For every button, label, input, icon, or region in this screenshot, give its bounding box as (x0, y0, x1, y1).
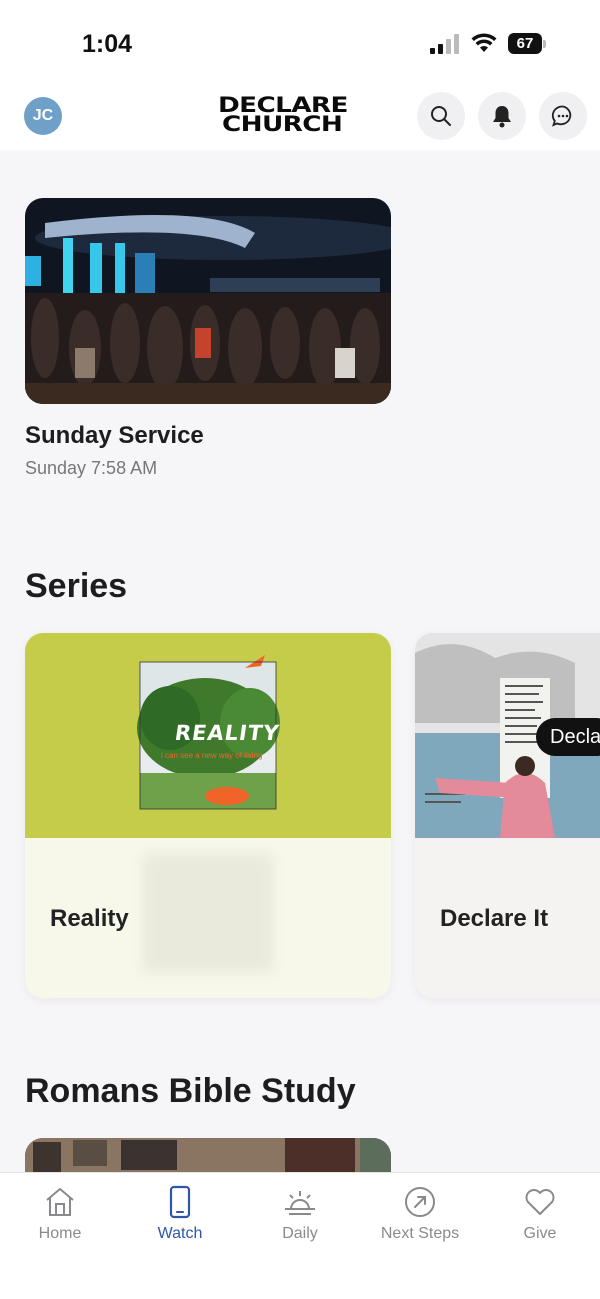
cellular-signal-icon (430, 34, 459, 54)
battery-indicator: 67 (508, 33, 542, 54)
notifications-button[interactable] (478, 92, 526, 140)
series-card-declare-it[interactable]: Decla Declare It (415, 633, 600, 998)
tab-watch[interactable]: Watch (120, 1185, 240, 1243)
tab-watch-label: Watch (157, 1225, 203, 1242)
series-card-reality[interactable]: REALITY i can see a new way of living Re… (25, 633, 391, 998)
sunday-service-thumbnail[interactable] (25, 198, 391, 404)
sunrise-icon (285, 1191, 315, 1215)
tab-daily[interactable]: Daily (240, 1185, 360, 1243)
worship-service-image (25, 198, 391, 404)
service-title[interactable]: Sunday Service (25, 422, 204, 450)
series-label-declare-it: Declare It (440, 905, 549, 932)
tab-next-steps[interactable]: Next Steps (360, 1185, 480, 1243)
search-icon (431, 106, 451, 126)
wifi-icon (471, 33, 497, 52)
reality-art-subtitle: i can see a new way of living (161, 751, 263, 760)
tab-give-label: Give (523, 1225, 557, 1242)
battery-cap (543, 40, 546, 48)
card-blur-backdrop (143, 853, 273, 973)
status-bar: 1:04 67 (0, 0, 600, 80)
phone-icon (169, 1185, 191, 1219)
declare-overlay-tag: Decla (536, 718, 600, 756)
chat-icon (551, 105, 572, 127)
church-logo: DECLARE CHURCH (214, 95, 386, 136)
romans-bible-study-heading: Romans Bible Study (25, 1072, 356, 1110)
bible-study-image (25, 1138, 391, 1172)
bottom-tab-bar: Home Watch Daily Next Steps Give (0, 1172, 600, 1299)
tab-next-steps-label: Next Steps (380, 1225, 460, 1242)
arrow-circle-icon (405, 1187, 435, 1217)
bell-icon (493, 106, 511, 128)
tab-home-label: Home (38, 1225, 82, 1242)
watch-content: Sunday Service Sunday 7:58 AM Series REA… (0, 150, 600, 1172)
reality-art-panel: REALITY i can see a new way of living (25, 633, 391, 838)
messages-button[interactable] (539, 92, 587, 140)
home-icon (46, 1188, 74, 1216)
service-datetime: Sunday 7:58 AM (25, 458, 158, 478)
avatar[interactable]: JC (24, 97, 62, 135)
app-header: JC DECLARE CHURCH (0, 80, 600, 150)
search-button[interactable] (417, 92, 465, 140)
heart-icon (525, 1189, 555, 1215)
tab-home[interactable]: Home (0, 1185, 120, 1243)
logo-line-2: CHURCH (222, 112, 343, 136)
romans-bible-study-thumbnail[interactable] (25, 1138, 391, 1172)
series-label-reality: Reality (50, 905, 129, 932)
series-heading: Series (25, 567, 128, 605)
tab-give[interactable]: Give (480, 1185, 600, 1243)
tab-daily-label: Daily (282, 1225, 318, 1242)
battery-level: 67 (516, 35, 534, 52)
reality-art-title: REALITY (173, 721, 282, 745)
status-time: 1:04 (82, 30, 133, 58)
